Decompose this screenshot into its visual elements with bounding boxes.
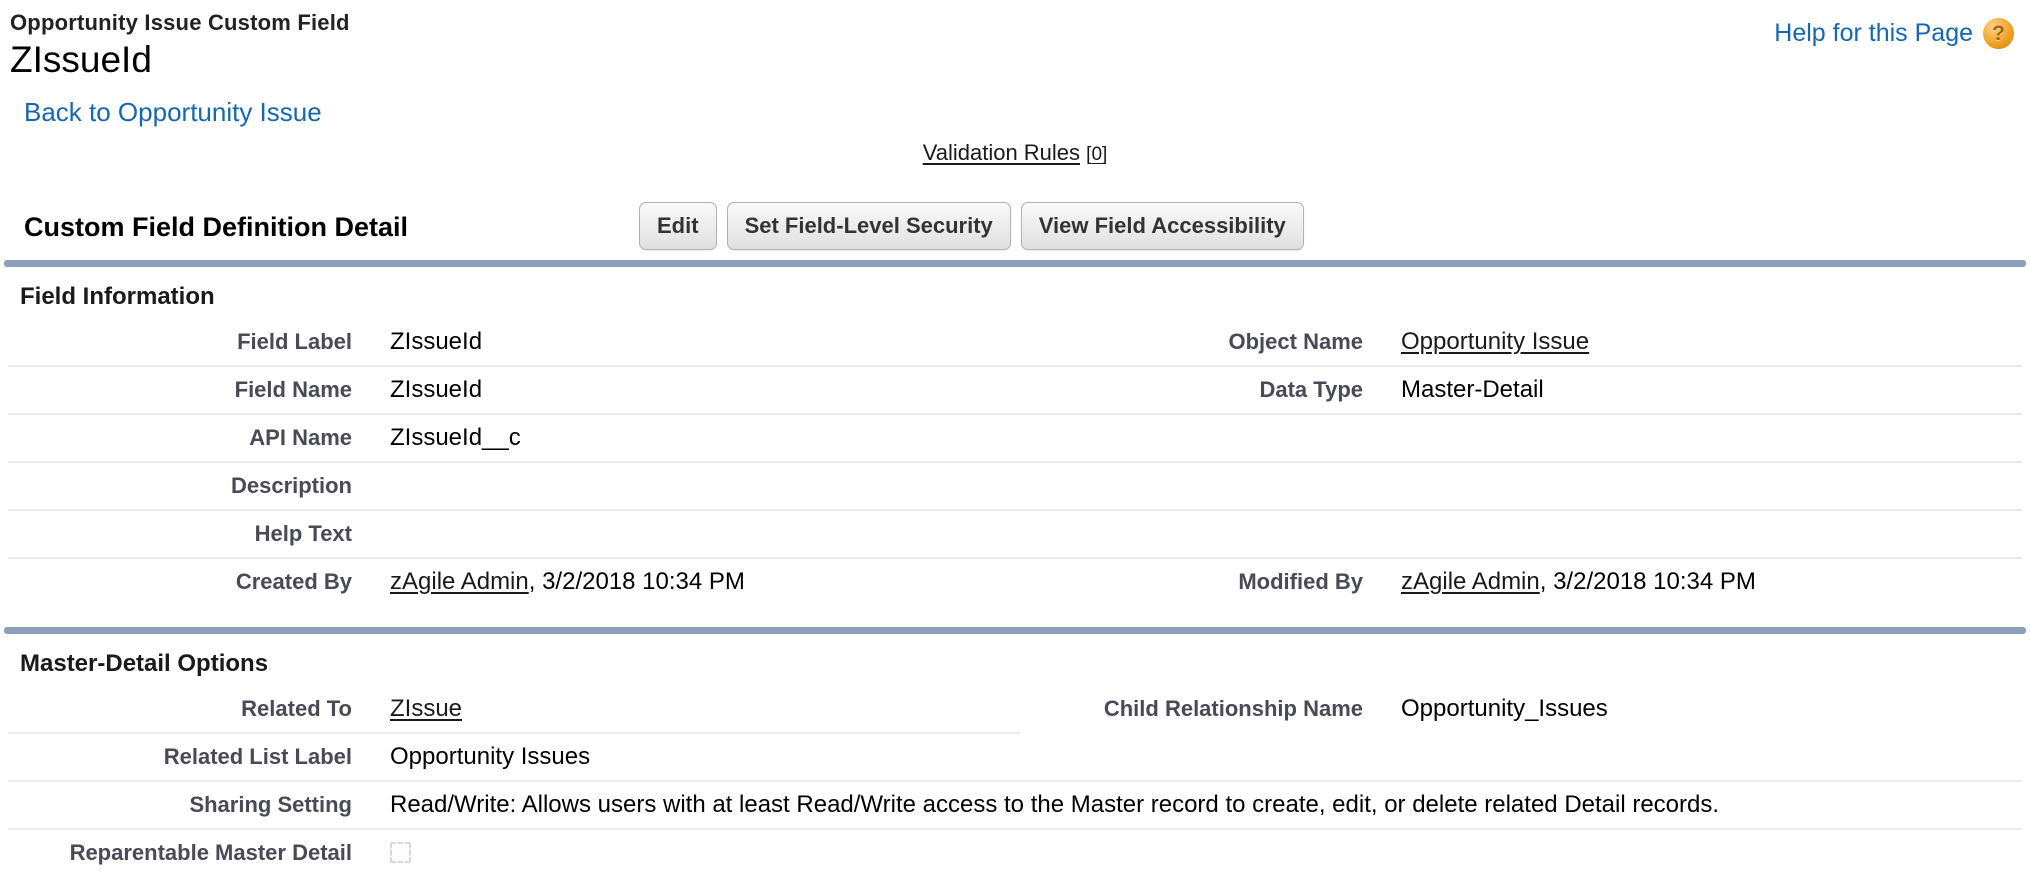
detail-section-title: Custom Field Definition Detail <box>24 212 408 243</box>
object-name-label: Object Name <box>1020 319 1363 366</box>
field-label-label: Field Label <box>8 319 352 366</box>
row-help-text: Help Text <box>8 510 2022 558</box>
field-name-value: ZIssueId <box>352 366 1020 414</box>
sharing-setting-value: Read/Write: Allows users with at least R… <box>352 781 2022 829</box>
help-for-this-page-link[interactable]: Help for this Page <box>1774 19 1973 48</box>
title-block: Opportunity Issue Custom Field ZIssueId … <box>10 10 350 128</box>
row-field-label-object-name: Field Label ZIssueId Object Name Opportu… <box>8 319 2022 366</box>
help-text-value <box>352 510 1020 558</box>
created-by-user-link[interactable]: zAgile Admin <box>390 568 529 595</box>
row-field-name-data-type: Field Name ZIssueId Data Type Master-Det… <box>8 366 2022 414</box>
child-relationship-name-label: Child Relationship Name <box>1020 686 1363 733</box>
entity-label: Opportunity Issue Custom Field <box>10 10 350 36</box>
data-type-label: Data Type <box>1020 366 1363 414</box>
object-name-link[interactable]: Opportunity Issue <box>1401 328 1589 355</box>
row-related-list-label: Related List Label Opportunity Issues <box>8 733 2022 781</box>
data-type-value: Master-Detail <box>1363 366 2022 414</box>
validation-rules-line: Validation Rules [0] <box>0 140 2030 166</box>
related-list-label-value: Opportunity Issues <box>352 733 1020 781</box>
help-text-label: Help Text <box>8 510 352 558</box>
page-title: ZIssueId <box>10 39 350 81</box>
row-description: Description <box>8 462 2022 510</box>
modified-by-datetime: , 3/2/2018 10:34 PM <box>1540 568 1756 595</box>
detail-section-header: Custom Field Definition Detail Edit Set … <box>0 202 2030 252</box>
help-area: Help for this Page ? <box>1774 10 2014 49</box>
action-buttons: Edit Set Field-Level Security View Field… <box>639 202 1304 250</box>
reparentable-master-detail-value <box>352 829 2022 879</box>
page-header: Opportunity Issue Custom Field ZIssueId … <box>0 0 2030 128</box>
master-detail-options-table: Related To ZIssue Child Relationship Nam… <box>8 686 2022 879</box>
api-name-value: ZIssueId__c <box>352 414 1020 462</box>
created-by-label: Created By <box>8 558 352 605</box>
back-to-object-link[interactable]: Back to Opportunity Issue <box>24 97 322 128</box>
created-by-value: zAgile Admin, 3/2/2018 10:34 PM <box>352 558 1020 605</box>
related-to-link[interactable]: ZIssue <box>390 695 462 722</box>
validation-rules-count-link[interactable]: 0 <box>1091 144 1102 165</box>
reparentable-checkbox <box>390 842 411 863</box>
custom-field-detail-page: Opportunity Issue Custom Field ZIssueId … <box>0 0 2030 826</box>
validation-rules-count: [0] <box>1086 144 1107 165</box>
row-related-to-child-relationship: Related To ZIssue Child Relationship Nam… <box>8 686 2022 733</box>
reparentable-master-detail-label: Reparentable Master Detail <box>8 829 352 879</box>
validation-rules-link[interactable]: Validation Rules <box>923 140 1080 165</box>
sharing-setting-label: Sharing Setting <box>8 781 352 829</box>
row-api-name: API Name ZIssueId__c <box>8 414 2022 462</box>
row-created-modified: Created By zAgile Admin, 3/2/2018 10:34 … <box>8 558 2022 605</box>
help-question-icon[interactable]: ? <box>1983 18 2014 49</box>
view-field-accessibility-button[interactable]: View Field Accessibility <box>1021 202 1304 250</box>
field-label-value: ZIssueId <box>352 319 1020 366</box>
field-name-label: Field Name <box>8 366 352 414</box>
set-field-level-security-button[interactable]: Set Field-Level Security <box>727 202 1011 250</box>
child-relationship-name-value: Opportunity_Issues <box>1363 686 2022 733</box>
section-divider-bar <box>4 627 2026 634</box>
master-detail-options-title: Master-Detail Options <box>20 650 2030 678</box>
row-sharing-setting: Sharing Setting Read/Write: Allows users… <box>8 781 2022 829</box>
related-list-label-label: Related List Label <box>8 733 352 781</box>
description-label: Description <box>8 462 352 510</box>
field-information-table: Field Label ZIssueId Object Name Opportu… <box>8 319 2022 605</box>
api-name-label: API Name <box>8 414 352 462</box>
modified-by-label: Modified By <box>1020 558 1363 605</box>
modified-by-value: zAgile Admin, 3/2/2018 10:34 PM <box>1363 558 2022 605</box>
field-information-title: Field Information <box>20 283 2030 311</box>
description-value <box>352 462 1020 510</box>
related-to-label: Related To <box>8 686 352 733</box>
row-reparentable-master-detail: Reparentable Master Detail <box>8 829 2022 879</box>
section-divider-bar <box>4 260 2026 267</box>
edit-button[interactable]: Edit <box>639 202 717 250</box>
modified-by-user-link[interactable]: zAgile Admin <box>1401 568 1540 595</box>
created-by-datetime: , 3/2/2018 10:34 PM <box>529 568 745 595</box>
